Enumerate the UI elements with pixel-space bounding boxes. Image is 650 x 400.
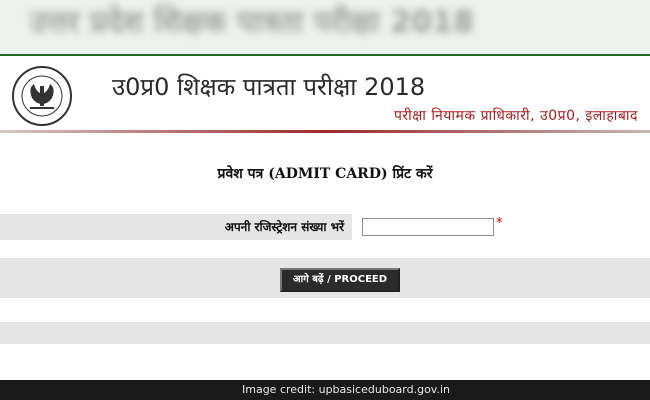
required-asterisk: * xyxy=(496,216,503,231)
empty-row xyxy=(0,322,650,344)
site-header: उ0प्र0 शिक्षक पात्रता परीक्षा 2018 परीक्… xyxy=(0,58,650,140)
blurred-banner: उत्तर प्रदेश शिक्षक पात्रता परीक्षा 2018 xyxy=(0,0,650,56)
page-subtitle: परीक्षा नियामक प्राधिकारी, उ0प्र0, इलाहा… xyxy=(393,108,638,124)
action-row: आगे बढ़ें / PROCEED xyxy=(0,258,650,298)
blurred-banner-text: उत्तर प्रदेश शिक्षक पात्रता परीक्षा 2018 xyxy=(30,5,474,40)
header-divider xyxy=(0,130,650,133)
registration-cell: * xyxy=(352,214,650,240)
image-credit: Image credit: upbasiceduboard.gov.in xyxy=(242,383,450,396)
proceed-button[interactable]: आगे बढ़ें / PROCEED xyxy=(280,268,400,292)
up-government-emblem-icon xyxy=(12,66,72,126)
registration-label: अपनी रजिस्ट्रेशन संख्या भरें xyxy=(224,220,344,234)
admit-card-heading: प्रवेश पत्र (ADMIT CARD) प्रिंट करें xyxy=(217,166,433,182)
image-credit-bar: Image credit: upbasiceduboard.gov.in xyxy=(0,380,650,400)
page-title: उ0प्र0 शिक्षक पात्रता परीक्षा 2018 xyxy=(112,73,426,101)
registration-row: अपनी रजिस्ट्रेशन संख्या भरें * xyxy=(0,214,650,240)
registration-number-input[interactable] xyxy=(362,218,494,236)
